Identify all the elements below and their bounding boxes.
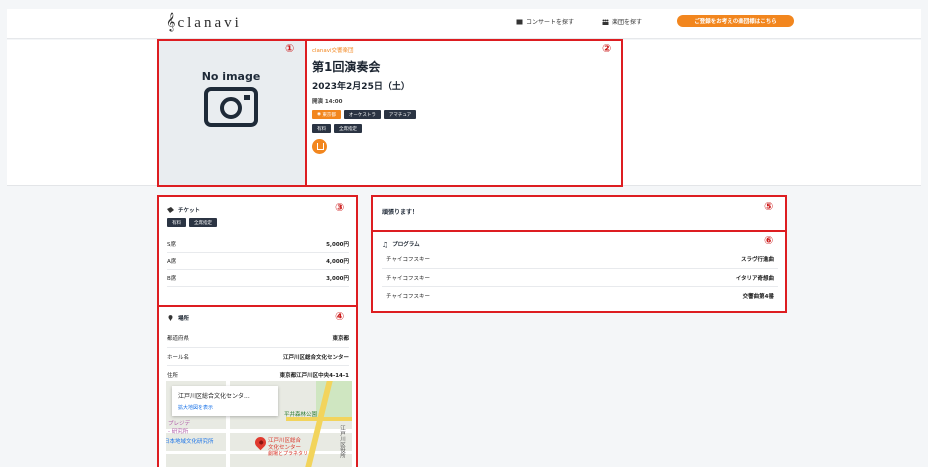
nav-find-concerts[interactable]: コンサートを探す <box>516 17 574 26</box>
register-orchestra-button[interactable]: ご登録をお考えの楽団様はこちら <box>677 15 794 27</box>
annotation-number-2: ② <box>602 42 612 55</box>
top-header: 𝄞 clanavi コンサートを探す 楽団を探す ご登録をお考えの楽団様はこちら <box>7 9 921 39</box>
annotation-number-5: ⑤ <box>764 200 774 213</box>
annotation-box-3 <box>157 195 358 307</box>
annotation-box-5 <box>371 195 787 232</box>
logo-text: clanavi <box>177 14 242 31</box>
nav-find-orchestras-label: 楽団を探す <box>612 19 643 26</box>
annotation-number-4: ④ <box>335 310 345 323</box>
annotation-box-2 <box>305 39 623 187</box>
calendar-icon <box>516 19 523 24</box>
annotation-box-6 <box>371 230 787 313</box>
annotation-number-1: ① <box>285 42 295 55</box>
nav-find-orchestras[interactable]: 楽団を探す <box>602 17 642 26</box>
people-icon <box>602 19 609 25</box>
annotation-box-1 <box>157 39 307 187</box>
clanavi-logo[interactable]: 𝄞 clanavi <box>166 14 242 32</box>
annotation-number-3: ③ <box>335 201 345 214</box>
annotation-box-4 <box>157 305 358 467</box>
treble-clef-icon: 𝄞 <box>166 14 176 31</box>
nav-find-concerts-label: コンサートを探す <box>526 19 575 26</box>
annotation-number-6: ⑥ <box>764 234 774 247</box>
